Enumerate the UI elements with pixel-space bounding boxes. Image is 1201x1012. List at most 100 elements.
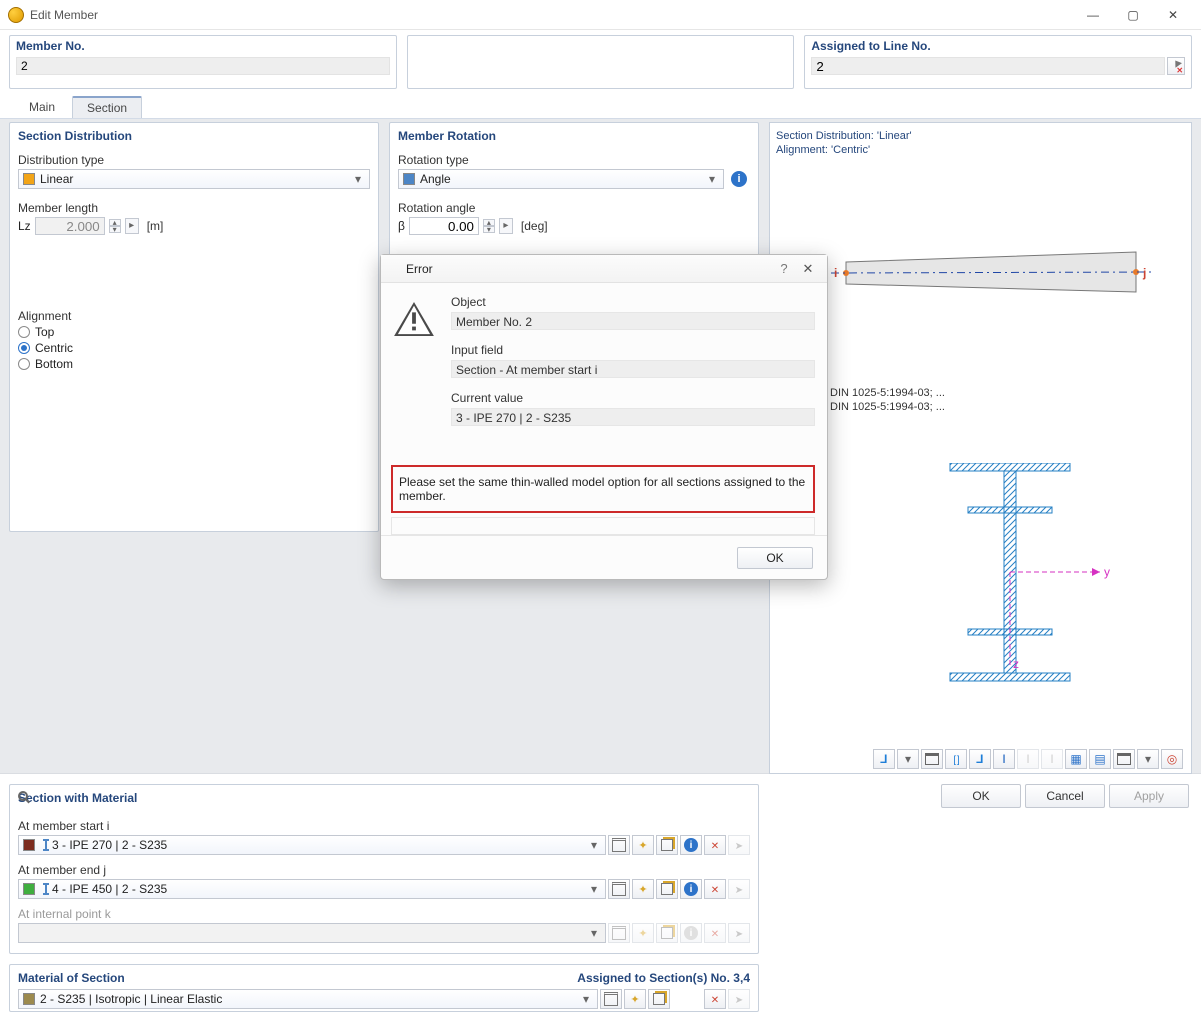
rotation-type-value: Angle bbox=[420, 172, 705, 186]
distribution-type-select[interactable]: Linear bbox=[18, 169, 370, 189]
panel-section-with-material: Section with Material At member start i … bbox=[9, 784, 759, 954]
info-icon: i bbox=[684, 882, 698, 896]
member-no-input[interactable] bbox=[16, 57, 390, 75]
app-icon bbox=[387, 262, 401, 276]
material-del-button[interactable] bbox=[704, 989, 726, 1009]
chevron-down-icon bbox=[587, 838, 601, 852]
bracket-icon bbox=[953, 752, 958, 766]
end-j-link-button[interactable] bbox=[728, 879, 750, 899]
material-select[interactable]: 2 - S235 | Isotropic | Linear Elastic bbox=[18, 989, 598, 1009]
end-j-del-button[interactable] bbox=[704, 879, 726, 899]
info-icon: i bbox=[731, 171, 747, 187]
member-length-input[interactable] bbox=[35, 217, 105, 235]
footer-ok-button[interactable]: OK bbox=[941, 784, 1021, 808]
internal-k-link-button bbox=[728, 923, 750, 943]
rotation-info-button[interactable]: i bbox=[728, 169, 750, 189]
preview-meta-line1: Section Distribution: 'Linear' bbox=[776, 129, 1185, 143]
end-j-copy-button[interactable] bbox=[656, 879, 678, 899]
chevron-down-icon bbox=[705, 172, 719, 186]
arrow-icon bbox=[735, 926, 743, 940]
pick-line-button[interactable] bbox=[1167, 57, 1185, 75]
member-no-label: Member No. bbox=[10, 36, 396, 54]
material-new-button[interactable] bbox=[624, 989, 646, 1009]
internal-k-label: At internal point k bbox=[18, 907, 750, 921]
preview-i1-button[interactable] bbox=[993, 749, 1015, 769]
material-lib-button[interactable] bbox=[600, 989, 622, 1009]
preview-print2-button[interactable] bbox=[1113, 749, 1135, 769]
close-button[interactable]: ✕ bbox=[1153, 3, 1193, 27]
preview-print-button[interactable] bbox=[921, 749, 943, 769]
preview-axes2-button[interactable] bbox=[969, 749, 991, 769]
preview-view-button[interactable] bbox=[873, 749, 895, 769]
material-copy-button[interactable] bbox=[648, 989, 670, 1009]
material-link-button[interactable] bbox=[728, 989, 750, 1009]
alignment-top-row[interactable]: Top bbox=[18, 325, 370, 339]
preview-dropdown-button[interactable] bbox=[897, 749, 919, 769]
end-j-select[interactable]: 4 - IPE 450 | 2 - S235 bbox=[18, 879, 606, 899]
preview-hatch-button[interactable] bbox=[1089, 749, 1111, 769]
member-length-menu[interactable]: ▸ bbox=[125, 218, 139, 234]
rotation-angle-menu[interactable]: ▸ bbox=[499, 218, 513, 234]
printer-icon bbox=[1117, 753, 1131, 765]
internal-k-del-button bbox=[704, 923, 726, 943]
start-i-new-button[interactable] bbox=[632, 835, 654, 855]
start-i-link-button[interactable] bbox=[728, 835, 750, 855]
target-icon bbox=[1167, 752, 1177, 766]
preview-i2-button[interactable] bbox=[1017, 749, 1039, 769]
preview-bracket-button[interactable] bbox=[945, 749, 967, 769]
panel-section-distribution: Section Distribution Distribution type L… bbox=[9, 122, 379, 532]
preview-meta-line2: Alignment: 'Centric' bbox=[776, 143, 1185, 157]
error-object-value: Member No. 2 bbox=[451, 312, 815, 330]
error-currentvalue-label: Current value bbox=[451, 391, 815, 405]
minimize-button[interactable]: — bbox=[1073, 3, 1113, 27]
rotation-angle-input[interactable] bbox=[409, 217, 479, 235]
alignment-centric-row[interactable]: Centric bbox=[18, 341, 370, 355]
preview-i3-button[interactable] bbox=[1041, 749, 1063, 769]
error-ok-button[interactable]: OK bbox=[737, 547, 813, 569]
preview-grid-button[interactable] bbox=[1065, 749, 1087, 769]
start-i-del-button[interactable] bbox=[704, 835, 726, 855]
tab-main[interactable]: Main bbox=[14, 96, 70, 118]
material-value: 2 - S235 | Isotropic | Linear Elastic bbox=[40, 992, 579, 1006]
assigned-line-input[interactable] bbox=[811, 57, 1165, 75]
start-i-info-button[interactable]: i bbox=[680, 835, 702, 855]
lz-symbol: Lz bbox=[18, 219, 31, 233]
rotation-angle-spinner[interactable]: ▴▾ bbox=[483, 219, 495, 233]
member-length-spinner[interactable]: ▴▾ bbox=[109, 219, 121, 233]
alignment-bottom-row[interactable]: Bottom bbox=[18, 357, 370, 371]
delete-icon bbox=[711, 838, 719, 852]
footer-cancel-button[interactable]: Cancel bbox=[1025, 784, 1105, 808]
error-inputfield-label: Input field bbox=[451, 343, 815, 357]
delete-icon bbox=[711, 992, 719, 1006]
info-icon: i bbox=[684, 838, 698, 852]
chevron-down-icon bbox=[905, 752, 911, 766]
preview-dropdown2-button[interactable] bbox=[1137, 749, 1159, 769]
warning-icon bbox=[393, 301, 435, 337]
chevron-down-icon bbox=[1145, 752, 1151, 766]
library-icon bbox=[604, 992, 618, 1006]
assigned-sections-label: Assigned to Section(s) No. 3,4 bbox=[577, 971, 750, 987]
preview-target-button[interactable] bbox=[1161, 749, 1183, 769]
footer-apply-button[interactable]: Apply bbox=[1109, 784, 1189, 808]
end-j-new-button[interactable] bbox=[632, 879, 654, 899]
printer-icon bbox=[925, 753, 939, 765]
error-close-button[interactable]: ✕ bbox=[795, 261, 821, 277]
chevron-down-icon bbox=[587, 926, 601, 940]
start-i-select[interactable]: 3 - IPE 270 | 2 - S235 bbox=[18, 835, 606, 855]
material-of-section-title: Material of Section bbox=[18, 971, 125, 987]
end-j-lib-button[interactable] bbox=[608, 879, 630, 899]
maximize-button[interactable]: ▢ bbox=[1113, 3, 1153, 27]
svg-text:i: i bbox=[834, 266, 837, 280]
start-i-lib-button[interactable] bbox=[608, 835, 630, 855]
section-swatch-icon bbox=[23, 839, 35, 851]
start-i-value: 3 - IPE 270 | 2 - S235 bbox=[52, 838, 587, 852]
start-i-copy-button[interactable] bbox=[656, 835, 678, 855]
hatch-icon bbox=[1094, 752, 1105, 766]
window-title: Edit Member bbox=[30, 8, 98, 22]
end-j-info-button[interactable]: i bbox=[680, 879, 702, 899]
app-icon bbox=[8, 7, 24, 23]
tab-section[interactable]: Section bbox=[72, 96, 142, 118]
rotation-type-select[interactable]: Angle bbox=[398, 169, 724, 189]
lz-unit: [m] bbox=[147, 219, 164, 233]
error-help-button[interactable]: ? bbox=[773, 261, 795, 276]
